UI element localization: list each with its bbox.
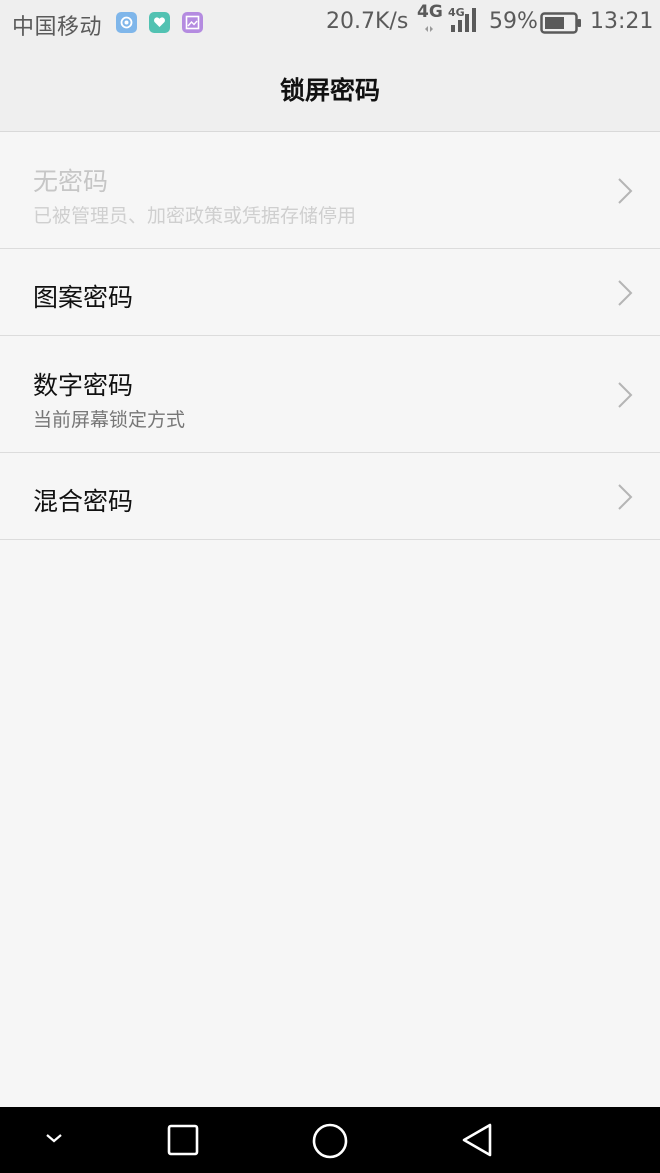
collapse-nav-icon[interactable] — [44, 1131, 64, 1145]
signal-4g-label: 4G — [448, 6, 465, 19]
option-subtitle: 已被管理员、加密政策或凭据存储停用 — [33, 205, 357, 227]
chevron-right-icon — [618, 178, 633, 204]
gallery-app-icon — [182, 12, 203, 33]
data-arrows-icon — [425, 26, 433, 32]
back-icon[interactable] — [460, 1122, 494, 1158]
page-title: 锁屏密码 — [279, 75, 380, 105]
battery-percent: 59% — [489, 9, 538, 34]
cloud-app-icon — [116, 12, 137, 33]
battery-icon — [540, 12, 581, 34]
screen: 中国移动 20.7K/s 4G 4G 59% 13:21 锁屏密码 无密码 已被… — [0, 0, 660, 1173]
option-title: 数字密码 — [33, 371, 134, 400]
option-password[interactable]: 混合密码 — [0, 453, 660, 540]
option-pin[interactable]: 数字密码 当前屏幕锁定方式 — [0, 336, 660, 453]
chevron-right-icon — [618, 280, 633, 306]
option-subtitle: 当前屏幕锁定方式 — [33, 409, 186, 431]
home-icon[interactable] — [311, 1122, 349, 1160]
health-app-icon — [149, 12, 170, 33]
option-title: 图案密码 — [33, 283, 134, 312]
navigation-bar — [0, 1107, 660, 1173]
option-no-password[interactable]: 无密码 已被管理员、加密政策或凭据存储停用 — [0, 132, 660, 249]
chevron-right-icon — [618, 484, 633, 510]
network-speed: 20.7K/s — [326, 9, 409, 34]
lock-method-list: 无密码 已被管理员、加密政策或凭据存储停用 图案密码 数字密码 当前屏幕锁定方式… — [0, 132, 660, 540]
chevron-right-icon — [618, 382, 633, 408]
option-title: 无密码 — [33, 167, 109, 196]
signal-strength-icon: 4G — [448, 6, 476, 32]
carrier-label: 中国移动 — [12, 15, 103, 40]
option-title: 混合密码 — [33, 487, 134, 516]
option-pattern[interactable]: 图案密码 — [0, 249, 660, 336]
status-bar: 中国移动 20.7K/s 4G 4G 59% 13:21 — [0, 0, 660, 46]
recent-apps-icon[interactable] — [167, 1124, 199, 1156]
title-bar: 锁屏密码 — [0, 46, 660, 132]
clock: 13:21 — [590, 9, 654, 34]
network-type-4g: 4G — [417, 2, 443, 22]
